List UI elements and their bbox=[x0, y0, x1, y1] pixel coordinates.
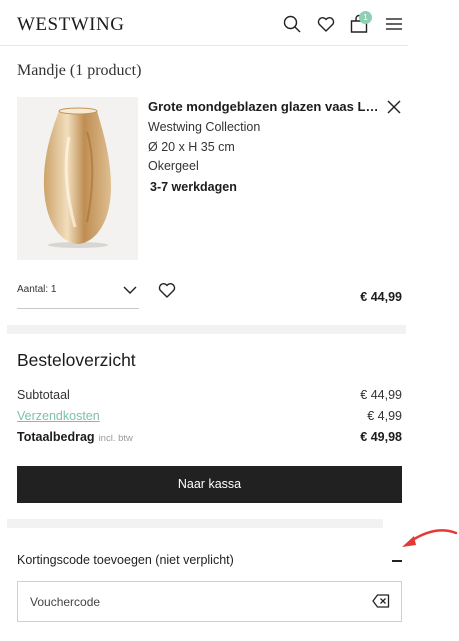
checkout-button[interactable]: Naar kassa bbox=[17, 466, 402, 503]
voucher-input[interactable] bbox=[30, 582, 350, 621]
header: WESTWING 1 bbox=[0, 0, 408, 46]
collapse-minus-icon[interactable] bbox=[392, 560, 402, 562]
section-divider bbox=[7, 325, 406, 334]
clear-input-icon[interactable] bbox=[372, 593, 390, 609]
item-price: € 44,99 bbox=[360, 290, 402, 304]
cart-count-badge: 1 bbox=[359, 11, 372, 24]
vat-note: incl. btw bbox=[98, 433, 133, 444]
product-dimensions: Ø 20 x H 35 cm bbox=[148, 140, 235, 154]
voucher-field[interactable] bbox=[17, 581, 402, 622]
total-value: € 49,98 bbox=[360, 430, 402, 444]
total-row: Totaalbedrag incl. btw bbox=[17, 430, 133, 444]
heart-icon[interactable] bbox=[315, 13, 337, 35]
shipping-costs-link[interactable]: Verzendkosten bbox=[17, 409, 100, 423]
product-brand: Westwing Collection bbox=[148, 120, 261, 134]
quantity-select[interactable]: Aantal: 1 bbox=[17, 278, 139, 309]
basket-title: Mandje (1 product) bbox=[17, 62, 142, 79]
product-image[interactable] bbox=[17, 97, 138, 260]
discount-code-title[interactable]: Kortingscode toevoegen (niet verplicht) bbox=[17, 553, 234, 567]
add-to-wishlist-heart-icon[interactable] bbox=[157, 281, 177, 299]
quantity-label: Aantal: 1 bbox=[17, 284, 57, 295]
annotation-arrow-icon bbox=[398, 526, 459, 552]
search-icon[interactable] bbox=[281, 13, 303, 35]
delivery-time: 3-7 werkdagen bbox=[150, 180, 237, 194]
subtotal-value: € 44,99 bbox=[360, 388, 402, 402]
order-summary-title: Besteloverzicht bbox=[17, 350, 136, 370]
chevron-down-icon bbox=[121, 281, 139, 299]
remove-item-close-icon[interactable] bbox=[385, 98, 403, 116]
product-color: Okergeel bbox=[148, 159, 199, 173]
section-divider bbox=[7, 519, 383, 528]
total-label: Totaalbedrag bbox=[17, 430, 95, 444]
subtotal-label: Subtotaal bbox=[17, 388, 70, 402]
shipping-value: € 4,99 bbox=[367, 409, 402, 423]
menu-icon[interactable] bbox=[383, 13, 405, 35]
westwing-logo[interactable]: WESTWING bbox=[17, 14, 124, 36]
product-name[interactable]: Grote mondgeblazen glazen vaas Lustre bbox=[148, 99, 380, 114]
